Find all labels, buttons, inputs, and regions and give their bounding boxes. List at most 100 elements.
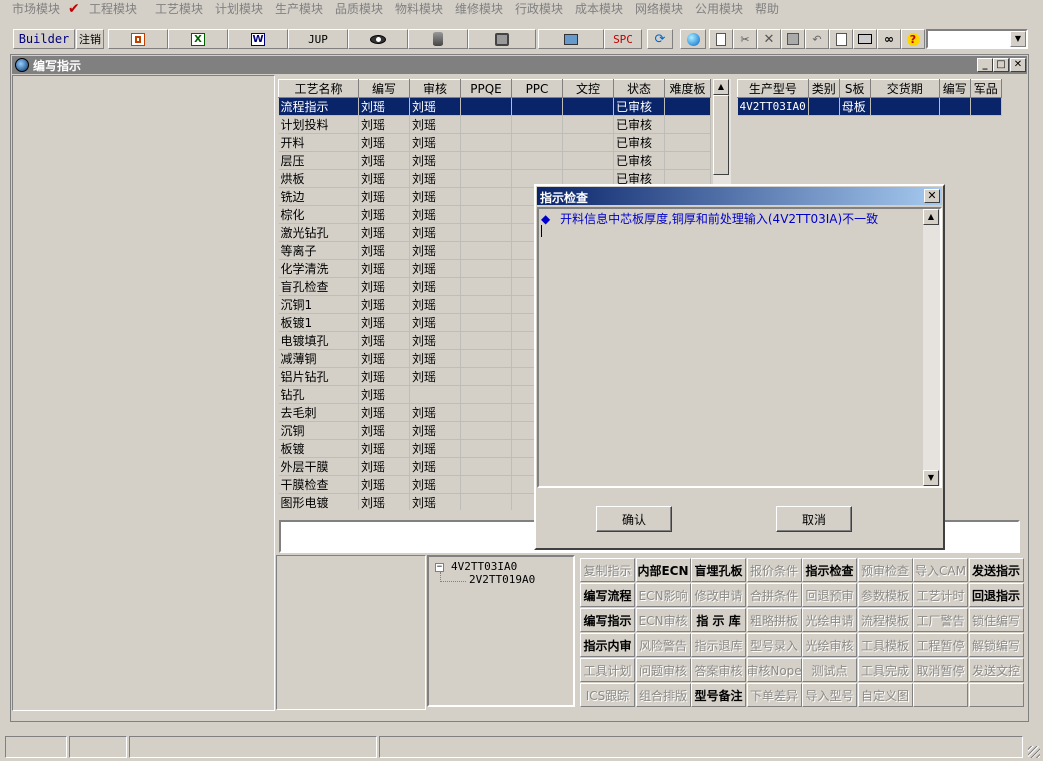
table-cell[interactable]: 刘瑶 [409, 97, 461, 116]
table-cell[interactable]: 干膜检查 [278, 475, 359, 494]
table-cell[interactable] [664, 97, 711, 116]
menu-item-3[interactable]: 计划模块 [215, 0, 263, 20]
table-cell[interactable] [460, 475, 512, 494]
menu-item-6[interactable]: 物料模块 [395, 0, 443, 20]
table-cell[interactable] [460, 169, 512, 188]
table-cell[interactable]: 刘瑶 [358, 169, 410, 188]
table-cell[interactable]: 开料 [278, 133, 359, 152]
table-cell[interactable]: 刘瑶 [358, 403, 410, 422]
table-cell[interactable] [970, 97, 1002, 116]
table-cell[interactable]: 铣边 [278, 187, 359, 206]
table-cell[interactable]: 刘瑶 [409, 403, 461, 422]
view-button[interactable] [348, 29, 408, 49]
undo-button[interactable]: ↶ [805, 29, 829, 49]
table-cell[interactable]: 刘瑶 [358, 97, 410, 116]
table-cell[interactable]: 刘瑶 [409, 313, 461, 332]
scroll-up-icon[interactable]: ▲ [923, 209, 939, 225]
refresh-button[interactable]: ⟳ [647, 29, 673, 49]
table-cell[interactable]: 刘瑶 [358, 223, 410, 242]
action-button[interactable]: 导入CAM [913, 558, 968, 582]
table-cell[interactable] [664, 115, 711, 134]
table-cell[interactable]: 刘瑶 [409, 331, 461, 350]
action-button[interactable]: 风险警告 [635, 633, 691, 657]
table-cell[interactable]: 刘瑶 [409, 151, 461, 170]
table-cell[interactable] [562, 97, 614, 116]
table-cell[interactable] [808, 97, 840, 116]
cut-button[interactable]: ✂ [733, 29, 757, 49]
table-cell[interactable]: 减薄铜 [278, 349, 359, 368]
tree-node-child[interactable]: 2V2TT019A0 [469, 573, 535, 586]
close-button[interactable]: ✕ [1010, 58, 1026, 72]
table-cell[interactable]: 刘瑶 [358, 151, 410, 170]
column-header[interactable]: 军品 [969, 79, 1002, 98]
table-cell[interactable] [460, 115, 512, 134]
action-button[interactable]: 指示退库 [691, 633, 746, 657]
table-cell[interactable] [511, 151, 563, 170]
action-button[interactable]: 复制指示 [580, 558, 635, 582]
action-button[interactable]: 指 示 库 [691, 608, 746, 632]
table-row[interactable]: 计划投料 刘瑶 刘瑶 已审核 [278, 115, 711, 134]
table-cell[interactable] [562, 115, 614, 134]
cancel-button[interactable]: 取消 [776, 506, 852, 532]
table-cell[interactable] [460, 205, 512, 224]
menu-item-5[interactable]: 品质模块 [335, 0, 383, 20]
table-cell[interactable] [511, 115, 563, 134]
table-cell[interactable] [870, 97, 940, 116]
table-cell[interactable]: 刘瑶 [409, 259, 461, 278]
table-cell[interactable]: 外层干膜 [278, 457, 359, 476]
table-cell[interactable] [460, 493, 512, 510]
table-cell[interactable]: 刘瑶 [358, 205, 410, 224]
table-cell[interactable] [460, 277, 512, 296]
column-header[interactable]: 类别 [807, 79, 840, 98]
action-button[interactable]: 工厂警告 [913, 608, 968, 632]
table-cell[interactable]: 刘瑶 [409, 439, 461, 458]
jup-button[interactable]: JUP [288, 29, 348, 49]
column-header[interactable]: 难度板 [664, 79, 711, 98]
table-cell[interactable]: 流程指示 [278, 97, 359, 116]
resize-grip-icon[interactable] [1028, 746, 1040, 758]
table-row[interactable]: 4V2TT03IA0 母板 [737, 97, 1002, 116]
scroll-thumb[interactable] [713, 95, 729, 175]
column-header[interactable]: 审核 [409, 79, 461, 98]
table-cell[interactable]: 钻孔 [278, 385, 359, 404]
new-button[interactable] [709, 29, 733, 49]
table-cell[interactable]: 刘瑶 [358, 457, 410, 476]
table-cell[interactable] [460, 295, 512, 314]
table-cell[interactable]: 层压 [278, 151, 359, 170]
action-button[interactable]: 工具模板 [857, 633, 913, 657]
database-button[interactable] [408, 29, 468, 49]
table-cell[interactable]: 刘瑶 [409, 475, 461, 494]
menu-item-9[interactable]: 成本模块 [575, 0, 623, 20]
table-cell[interactable] [664, 133, 711, 152]
table-cell[interactable]: 刘瑶 [409, 187, 461, 206]
print-button[interactable] [853, 29, 877, 49]
help-button[interactable]: ? [901, 29, 925, 49]
action-button[interactable]: 取消暂停 [913, 658, 968, 682]
table-cell[interactable]: 刘瑶 [358, 313, 410, 332]
globe-button[interactable] [680, 29, 706, 49]
action-button[interactable]: 工具完成 [857, 658, 913, 682]
empty-button[interactable] [913, 683, 968, 707]
table-cell[interactable]: 刘瑶 [358, 133, 410, 152]
table-cell[interactable]: 4V2TT03IA0 [737, 97, 809, 116]
action-button[interactable]: 流程模板 [857, 608, 913, 632]
action-button[interactable]: 测试点 [802, 658, 857, 682]
menu-item-1[interactable]: 工程模块 [89, 0, 137, 20]
action-button[interactable]: 下单差异 [746, 683, 802, 707]
table-cell[interactable]: 刘瑶 [409, 205, 461, 224]
table-cell[interactable]: 刘瑶 [358, 421, 410, 440]
table-row[interactable]: 开料 刘瑶 刘瑶 已审核 [278, 133, 711, 152]
table-cell[interactable] [460, 151, 512, 170]
table-cell[interactable] [460, 457, 512, 476]
column-header[interactable]: PPC [511, 79, 563, 98]
menu-item-10[interactable]: 网络模块 [635, 0, 683, 20]
table-cell[interactable] [460, 367, 512, 386]
confirm-button[interactable]: 确认 [596, 506, 672, 532]
table-cell[interactable]: 刘瑶 [409, 133, 461, 152]
action-button[interactable]: 编写流程 [580, 583, 635, 607]
dialog-titlebar[interactable]: 指示检查 ✕ [537, 187, 942, 205]
table-cell[interactable]: 化学清洗 [278, 259, 359, 278]
action-button[interactable]: ECN影响 [635, 583, 691, 607]
table-cell[interactable]: 刘瑶 [409, 115, 461, 134]
table-cell[interactable]: 刘瑶 [358, 349, 410, 368]
